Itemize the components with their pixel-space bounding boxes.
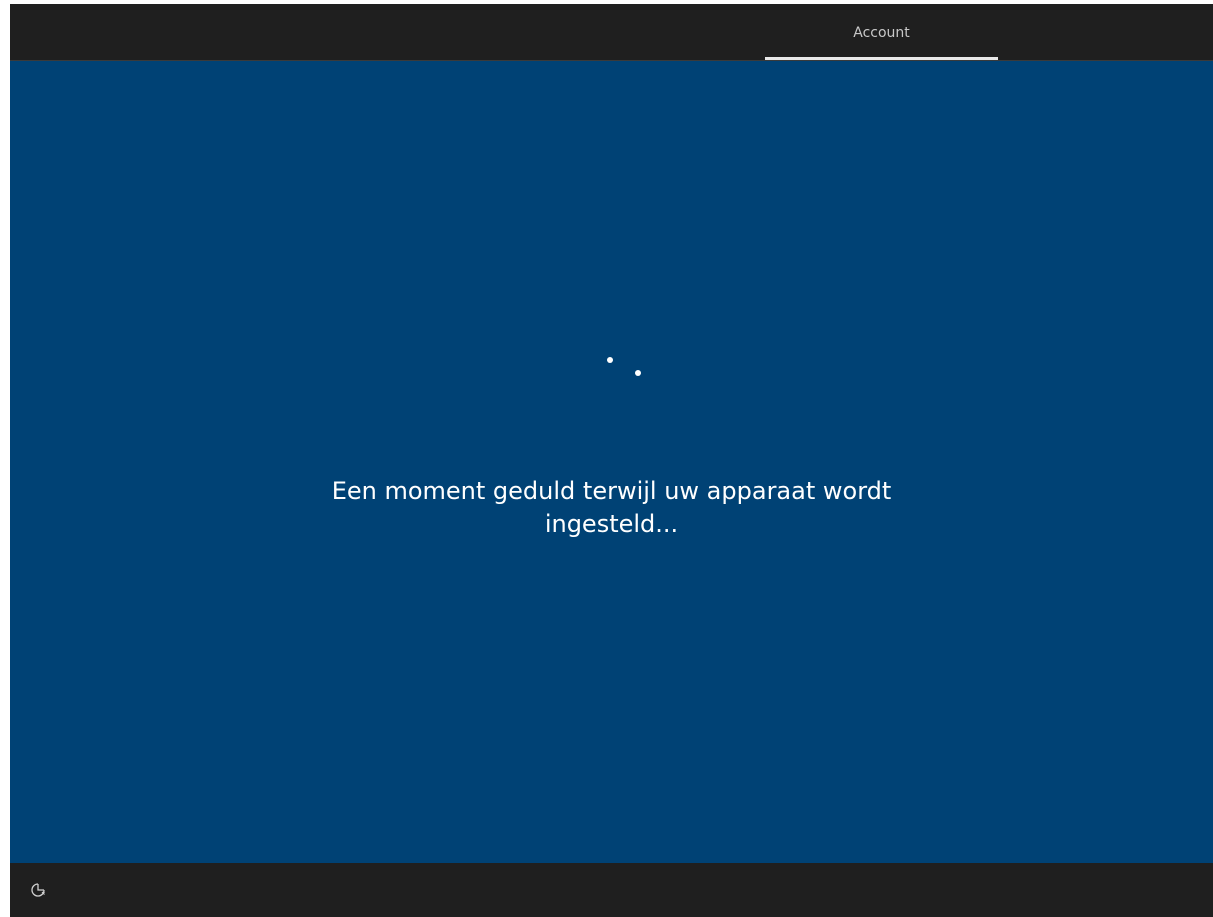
spinner-dot bbox=[635, 370, 641, 376]
setup-window: Account Een moment geduld terwijl uw app… bbox=[10, 4, 1213, 917]
setup-status-message: Een moment geduld terwijl uw apparaat wo… bbox=[331, 477, 892, 538]
top-navigation-bar: Account bbox=[10, 4, 1213, 61]
accessibility-button[interactable] bbox=[28, 880, 48, 900]
setup-content-area: Een moment geduld terwijl uw apparaat wo… bbox=[10, 61, 1213, 863]
bottom-bar bbox=[10, 863, 1213, 917]
tab-account-label: Account bbox=[853, 25, 910, 41]
active-tab-indicator bbox=[765, 57, 998, 60]
tab-account[interactable]: Account bbox=[765, 4, 998, 60]
accessibility-icon bbox=[31, 883, 45, 897]
spinner-dot bbox=[607, 357, 613, 363]
